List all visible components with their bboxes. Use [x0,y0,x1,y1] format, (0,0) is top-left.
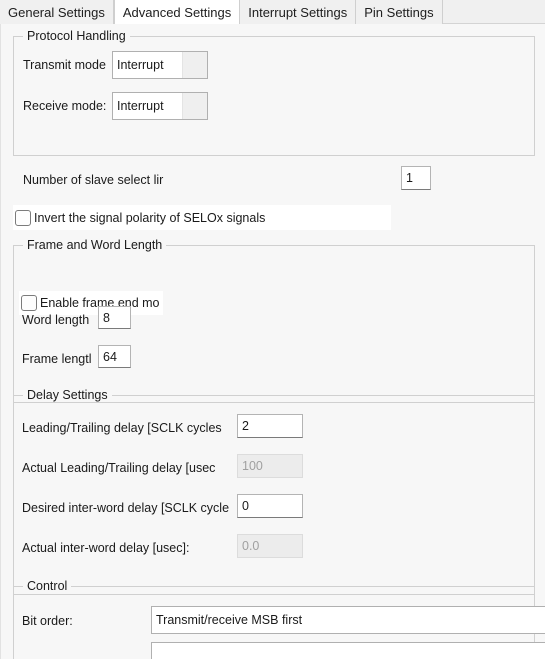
group-title-protocol-handling: Protocol Handling [23,29,130,43]
tab-advanced-settings[interactable]: Advanced Settings [113,0,241,25]
input-value: 64 [103,349,117,364]
tab-bar: General Settings Advanced Settings Inter… [0,0,545,25]
label-actual-leading-trailing-delay: Actual Leading/Trailing delay [usec [22,461,216,475]
tab-label: Interrupt Settings [248,4,348,20]
chevron-down-icon[interactable] [182,52,207,78]
input-value: 2 [242,419,249,433]
label-number-of-slave-select-lines: Number of slave select lir [23,173,164,187]
checkbox-invert-selox-polarity-label: Invert the signal polarity of SELOx sign… [34,210,266,225]
group-protocol-handling: Protocol Handling [13,29,535,156]
tab-label: Pin Settings [364,4,434,20]
combo-receive-mode[interactable]: Interrupt [112,92,208,120]
advanced-settings-panel: Protocol Handling Transmit mode Interrup… [0,24,545,659]
tab-interrupt-settings[interactable]: Interrupt Settings [240,0,357,24]
label-transmit-mode: Transmit mode [23,58,106,72]
combo-transmit-mode-value: Interrupt [117,58,164,72]
label-receive-mode: Receive mode: [23,99,107,113]
chevron-down-icon[interactable] [182,93,207,119]
checkbox-invert-selox-polarity[interactable] [15,209,31,226]
checkbox-enable-frame-end-mode[interactable] [21,295,37,311]
tab-pin-settings[interactable]: Pin Settings [356,0,443,24]
label-desired-inter-word-delay: Desired inter-word delay [SCLK cycle [22,501,230,515]
checkbox-row-invert-selox-polarity[interactable]: Invert the signal polarity of SELOx sign… [13,205,391,230]
tab-general-settings[interactable]: General Settings [0,0,114,24]
label-frame-length: Frame lengtl [22,352,92,366]
input-actual-leading-trailing-delay: 100 [237,454,303,478]
input-leading-trailing-delay[interactable]: 2 [237,414,303,438]
input-value: 8 [103,310,110,325]
combo-transmit-mode[interactable]: Interrupt [112,51,208,79]
input-actual-inter-word-delay: 0.0 [237,534,303,558]
combo-bit-order-value: Transmit/receive MSB first [156,613,303,627]
input-value: 0.0 [242,539,260,553]
group-title-frame-and-word-length: Frame and Word Length [23,238,167,252]
combo-clock-setting[interactable] [151,642,545,659]
input-number-of-slave-select-lines[interactable]: 1 [401,166,431,190]
input-frame-length[interactable]: 64 [98,345,131,368]
input-word-length[interactable]: 8 [98,306,131,329]
input-desired-inter-word-delay[interactable]: 0 [237,494,303,518]
label-actual-inter-word-delay: Actual inter-word delay [usec]: [22,541,190,555]
tab-label: General Settings [8,4,105,20]
label-leading-trailing-delay: Leading/Trailing delay [SCLK cycles [22,421,222,435]
combo-bit-order[interactable]: Transmit/receive MSB first [151,606,545,634]
input-value: 0 [242,499,249,513]
label-word-length: Word length [22,313,90,327]
group-title-delay-settings: Delay Settings [23,388,112,402]
group-title-control: Control [23,579,72,593]
input-value: 1 [406,171,413,185]
combo-receive-mode-value: Interrupt [117,99,164,113]
clock-setting-row-clipped[interactable] [151,642,545,659]
label-bit-order: Bit order: [22,614,73,628]
tab-label: Advanced Settings [122,4,232,20]
tab-strip: General Settings Advanced Settings Inter… [0,0,443,25]
input-value: 100 [242,459,263,473]
